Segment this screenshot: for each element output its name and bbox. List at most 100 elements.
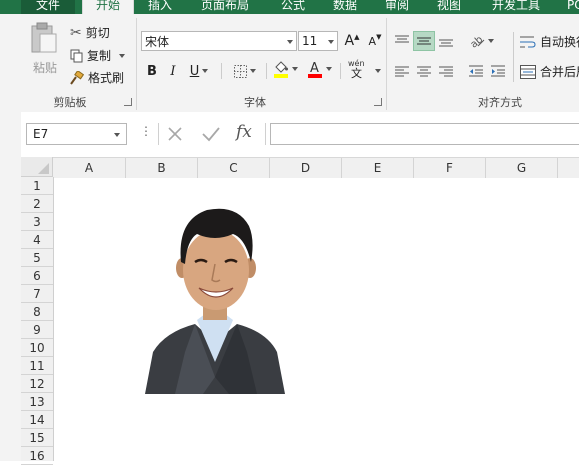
tab-developer[interactable]: 开发工具 [492, 0, 540, 14]
row-header[interactable]: 13 [21, 393, 53, 411]
formula-input[interactable] [270, 123, 579, 145]
wrap-text-button[interactable]: 自动换行 [520, 33, 579, 50]
italic-button[interactable]: I [162, 61, 184, 81]
font-color-icon: A [307, 61, 322, 78]
row-header[interactable]: 9 [21, 321, 53, 339]
paintbrush-icon [70, 70, 84, 85]
font-size-select[interactable]: 11 [298, 31, 338, 51]
column-header-b[interactable]: B [126, 158, 198, 178]
increase-indent-button[interactable] [487, 61, 509, 81]
row-header[interactable]: 14 [21, 411, 53, 429]
divider [265, 123, 266, 145]
tab-formulas[interactable]: 公式 [281, 0, 305, 14]
cut-button[interactable]: ✂ 剪切 [70, 24, 110, 41]
clipboard-launcher-icon[interactable] [124, 98, 132, 106]
font-name-select[interactable]: 宋体 [141, 31, 297, 51]
borders-dropdown-icon[interactable] [250, 69, 256, 73]
font-color-dropdown-icon[interactable] [325, 67, 332, 71]
font-size-value: 11 [302, 34, 318, 48]
formula-bar-grip-icon[interactable]: ⋮ [140, 125, 152, 137]
decrease-indent-button[interactable] [465, 61, 487, 81]
align-center-button[interactable] [413, 61, 435, 81]
row-header[interactable]: 11 [21, 357, 53, 375]
name-box[interactable]: E7 [26, 123, 127, 145]
align-middle-button[interactable] [413, 31, 435, 51]
select-all-corner[interactable] [21, 157, 53, 177]
phonetic-dropdown-icon[interactable] [375, 69, 381, 73]
insert-function-button[interactable]: fx [236, 122, 252, 142]
row-header[interactable]: 3 [21, 213, 53, 231]
tab-review[interactable]: 审阅 [385, 0, 409, 14]
row-header[interactable]: 15 [21, 429, 53, 447]
increase-indent-icon [491, 65, 505, 77]
row-header[interactable]: 12 [21, 375, 53, 393]
column-header-g[interactable]: G [486, 158, 558, 178]
row-header[interactable]: 2 [21, 195, 53, 213]
align-left-button[interactable] [391, 61, 413, 81]
row-header[interactable]: 16 [21, 447, 53, 465]
shrink-caret-icon: ▼ [376, 33, 382, 41]
underline-icon: U [189, 63, 200, 79]
align-bottom-button[interactable] [435, 31, 457, 51]
paste-button[interactable]: 粘贴 [28, 22, 62, 80]
orientation-dropdown-icon[interactable] [487, 39, 494, 43]
scissors-icon: ✂ [70, 24, 82, 41]
column-header-a[interactable]: A [53, 158, 126, 178]
row-header[interactable]: 5 [21, 249, 53, 267]
fill-color-dropdown-icon[interactable] [291, 67, 298, 71]
align-top-button[interactable] [391, 31, 413, 51]
align-right-button[interactable] [435, 61, 457, 81]
row-header[interactable]: 4 [21, 231, 53, 249]
row-header[interactable]: 1 [21, 177, 53, 195]
align-left-icon [395, 66, 409, 77]
copy-dropdown-icon[interactable] [119, 53, 126, 58]
row-header[interactable]: 6 [21, 267, 53, 285]
ribbon-tab-bar: 文件 开始 插入 页面布局 公式 数据 审阅 视图 开发工具 PO [0, 0, 579, 14]
copy-button[interactable]: 复制 [70, 47, 126, 64]
name-box-dropdown-icon[interactable] [114, 133, 120, 137]
font-launcher-icon[interactable] [374, 98, 382, 106]
wrap-text-icon [520, 36, 536, 47]
text-orientation-icon: ab [469, 34, 485, 48]
orientation-button[interactable]: ab [465, 31, 497, 51]
merge-center-button[interactable]: 合并后居中 [520, 63, 579, 80]
row-header[interactable]: 8 [21, 303, 53, 321]
column-header-f[interactable]: F [414, 158, 486, 178]
row-header[interactable]: 10 [21, 339, 53, 357]
tab-extra[interactable]: PO [567, 0, 579, 14]
portrait-drawing [145, 208, 285, 394]
increase-font-size-button[interactable]: A ▲ [341, 31, 363, 51]
tab-data[interactable]: 数据 [333, 0, 357, 14]
column-header-c[interactable]: C [198, 158, 270, 178]
shrink-font-icon: A [368, 34, 377, 48]
fill-color-button[interactable] [270, 59, 300, 79]
decrease-font-size-button[interactable]: A ▼ [364, 31, 386, 51]
row-header[interactable]: 7 [21, 285, 53, 303]
worksheet-cells[interactable] [54, 178, 579, 461]
tab-page-layout[interactable]: 页面布局 [201, 0, 249, 14]
phonetic-button[interactable]: wén 文 [348, 59, 381, 83]
format-painter-button[interactable]: 格式刷 [70, 69, 124, 86]
cancel-button[interactable] [165, 124, 185, 144]
copy-label: 复制 [87, 49, 112, 63]
align-bottom-icon [439, 39, 453, 47]
group-divider [136, 18, 137, 110]
column-header-e[interactable]: E [342, 158, 414, 178]
inserted-portrait-image[interactable] [145, 202, 285, 394]
tab-view[interactable]: 视图 [437, 0, 461, 14]
tab-file[interactable]: 文件 [21, 0, 75, 14]
divider [266, 63, 267, 79]
borders-button[interactable] [228, 61, 262, 81]
column-header-d[interactable]: D [270, 158, 342, 178]
tab-home[interactable]: 开始 [82, 0, 134, 14]
underline-button[interactable]: U [184, 61, 214, 81]
align-right-icon [439, 66, 453, 77]
font-color-button[interactable]: A [304, 59, 334, 79]
enter-button[interactable] [200, 124, 222, 144]
font-name-value: 宋体 [145, 34, 170, 49]
bold-button[interactable]: B [141, 61, 163, 81]
tab-insert[interactable]: 插入 [148, 0, 172, 14]
grow-font-icon: A [344, 33, 355, 49]
font-group-label: 字体 [244, 96, 266, 109]
underline-dropdown-icon[interactable] [202, 69, 209, 73]
